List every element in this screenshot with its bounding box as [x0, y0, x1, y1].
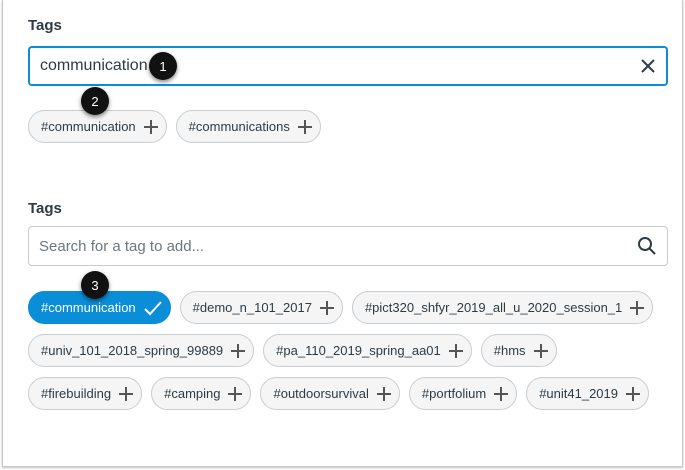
- search-icon[interactable]: [637, 236, 657, 256]
- plus-icon: [297, 119, 312, 134]
- plus-icon: [231, 343, 246, 358]
- plus-icon: [448, 343, 463, 358]
- tags-label: Tags: [28, 17, 62, 34]
- tag-chip-label: #outdoorsurvival: [273, 386, 369, 401]
- callout-badge-1: 1: [149, 52, 177, 80]
- clear-icon[interactable]: [640, 58, 656, 74]
- plus-icon: [626, 386, 640, 401]
- tag-chip-label: #univ_101_2018_spring_99889: [41, 343, 224, 358]
- tag-chip-label: #communication: [41, 119, 136, 134]
- tag-chip[interactable]: #hms: [480, 334, 557, 367]
- tag-search-input-2[interactable]: Search for a tag to add...: [28, 226, 668, 266]
- plus-icon: [376, 386, 391, 401]
- tag-chip-label: #communication: [41, 300, 136, 315]
- plus-icon: [119, 386, 134, 401]
- plus-icon: [494, 386, 509, 401]
- tag-chip-label: #camping: [164, 386, 221, 401]
- plus-icon: [143, 119, 158, 134]
- plus-icon: [228, 386, 243, 401]
- tags-label-2: Tags: [28, 200, 62, 217]
- tag-chip[interactable]: #outdoorsurvival: [260, 377, 400, 410]
- tag-chip[interactable]: #demo_n_101_2017: [179, 291, 343, 324]
- plus-icon: [533, 343, 548, 358]
- tag-chip[interactable]: #firebuilding: [28, 377, 143, 410]
- tag-chip-label: #portfolium: [421, 386, 487, 401]
- tag-search-input[interactable]: communication: [28, 46, 668, 86]
- plus-icon: [319, 300, 334, 315]
- tag-chip[interactable]: #portfolium: [408, 377, 518, 410]
- tag-chip-label: #pa_110_2019_spring_aa01: [276, 343, 441, 358]
- tag-chip-label: #firebuilding: [41, 386, 112, 401]
- tag-chip[interactable]: #camping: [151, 377, 252, 410]
- tag-chip[interactable]: #communication: [28, 110, 167, 143]
- tag-chip[interactable]: #unit41_2019: [526, 377, 649, 410]
- tag-chip-label: #communications: [188, 119, 290, 134]
- check-icon: [143, 300, 162, 316]
- tag-chip-label: #pict320_shfyr_2019_all_u_2020_session_1: [364, 300, 623, 315]
- tag-search-value: communication: [40, 57, 148, 74]
- tag-search-placeholder: Search for a tag to add...: [39, 237, 205, 255]
- tag-chip-label: #unit41_2019: [539, 386, 618, 401]
- plus-icon: [630, 300, 645, 315]
- tag-chip[interactable]: #pa_110_2019_spring_aa01: [263, 334, 472, 367]
- tag-chip[interactable]: #pict320_shfyr_2019_all_u_2020_session_1: [351, 291, 654, 324]
- tag-chip[interactable]: #communications: [175, 110, 321, 143]
- tag-chip[interactable]: #univ_101_2018_spring_99889: [28, 334, 255, 367]
- callout-badge-3: 3: [81, 271, 109, 299]
- tag-chip-label: #demo_n_101_2017: [192, 300, 312, 315]
- callout-badge-2: 2: [81, 87, 109, 115]
- tag-chip-label: #hms: [493, 343, 526, 358]
